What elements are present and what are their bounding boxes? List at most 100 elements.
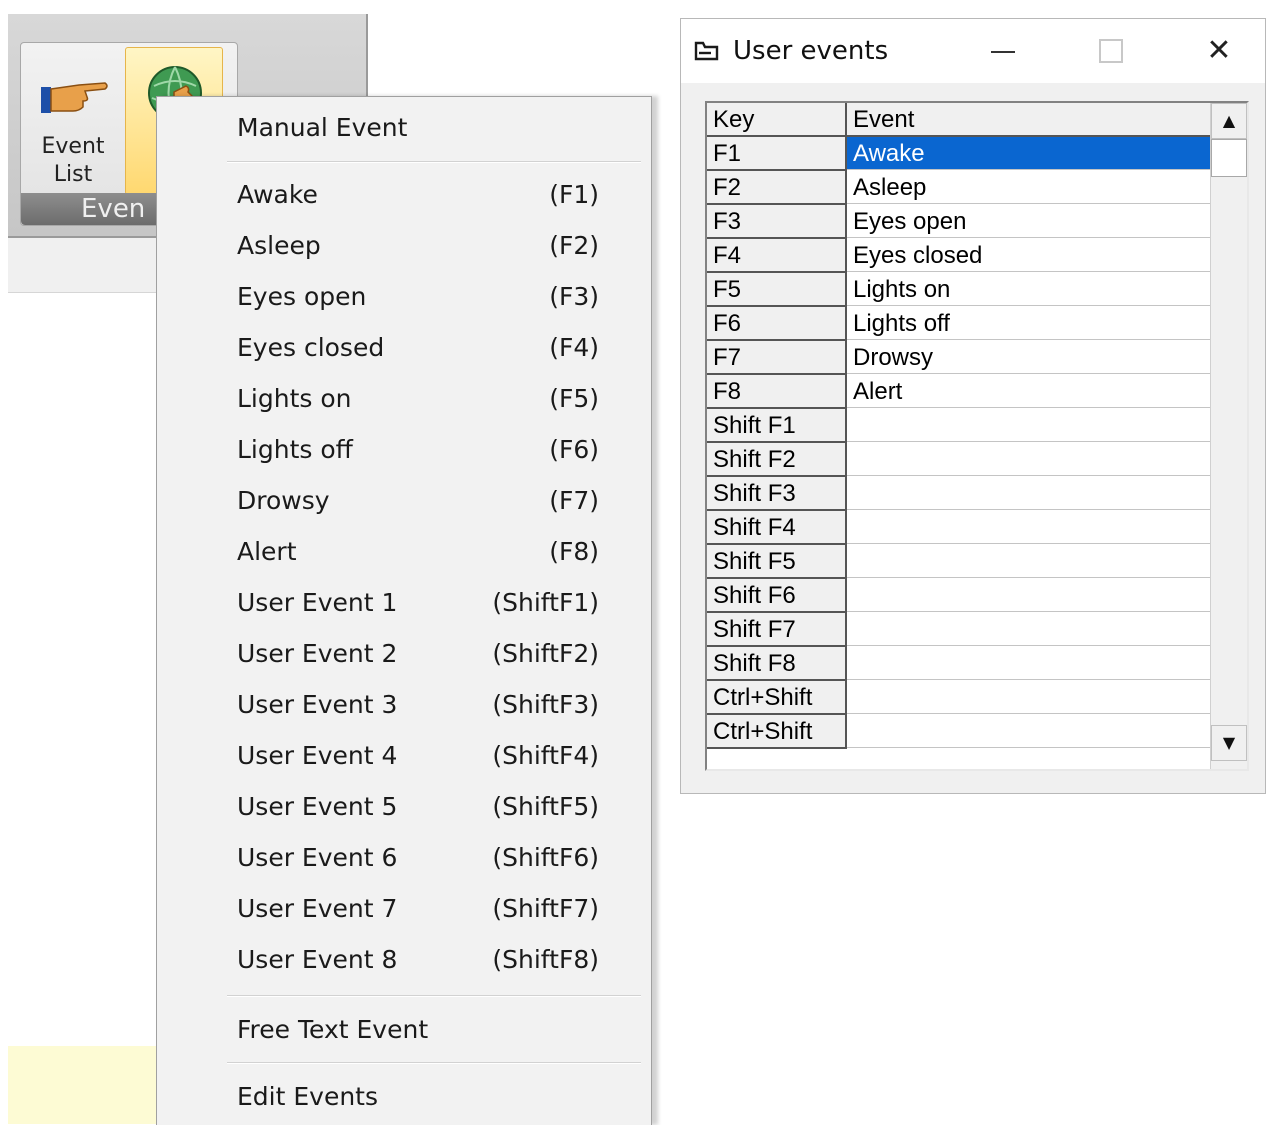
grid-row[interactable]: Shift F4 — [707, 511, 1213, 545]
event-cell[interactable] — [847, 579, 1213, 612]
menu-item-eyes-closed[interactable]: Eyes closed (F4) — [157, 323, 651, 373]
key-column-header[interactable]: Key — [707, 103, 847, 137]
grid-row[interactable]: F3 Eyes open — [707, 205, 1213, 239]
menu-item-label: User Event 6 — [237, 843, 398, 872]
event-cell[interactable] — [847, 409, 1213, 442]
menu-item-shortcut: (ShiftF1) — [492, 588, 599, 617]
vertical-scrollbar[interactable]: ▲ ▼ — [1210, 103, 1247, 769]
minimize-button[interactable] — [973, 27, 1033, 75]
menu-item-shortcut: (ShiftF6) — [492, 843, 599, 872]
menu-item-manual-event[interactable]: Manual Event — [157, 103, 651, 153]
minimize-icon — [991, 51, 1015, 53]
menu-item-lights-off[interactable]: Lights off (F6) — [157, 425, 651, 475]
event-cell[interactable]: Eyes open — [847, 205, 1213, 238]
event-cell[interactable]: Eyes closed — [847, 239, 1213, 272]
menu-item-shortcut: (ShiftF8) — [492, 945, 599, 974]
menu-item-free-text-event[interactable]: Free Text Event — [157, 1005, 651, 1055]
grid-row[interactable]: F8 Alert — [707, 375, 1213, 409]
event-column-header[interactable]: Event — [847, 103, 1213, 137]
grid-row[interactable]: F7 Drowsy — [707, 341, 1213, 375]
event-cell[interactable]: Alert — [847, 375, 1213, 408]
maximize-button[interactable] — [1081, 27, 1141, 75]
menu-item-label: User Event 5 — [237, 792, 398, 821]
grid-row[interactable]: Shift F7 — [707, 613, 1213, 647]
menu-item-shortcut: (F8) — [549, 537, 599, 566]
grid-row[interactable]: F1 Awake — [707, 137, 1213, 171]
menu-item-label: Awake — [237, 180, 318, 209]
title-bar[interactable]: User events ✕ — [681, 19, 1265, 83]
key-cell: Shift F6 — [707, 579, 847, 613]
menu-item-user-event-4[interactable]: User Event 4 (ShiftF4) — [157, 731, 651, 781]
grid-row[interactable]: Ctrl+Shift — [707, 715, 1213, 749]
key-cell: F1 — [707, 137, 847, 171]
scroll-down-button[interactable]: ▼ — [1211, 725, 1247, 761]
menu-item-user-event-6[interactable]: User Event 6 (ShiftF6) — [157, 833, 651, 883]
key-cell: Shift F5 — [707, 545, 847, 579]
window-app-icon — [694, 41, 719, 61]
menu-item-shortcut: (F4) — [549, 333, 599, 362]
event-cell[interactable]: Lights off — [847, 307, 1213, 340]
close-button[interactable]: ✕ — [1189, 27, 1249, 75]
grid-row[interactable]: F2 Asleep — [707, 171, 1213, 205]
user-events-grid[interactable]: Key Event F1 Awake F2 Asleep F3 Eyes ope… — [705, 101, 1249, 771]
grid-row[interactable]: Shift F6 — [707, 579, 1213, 613]
event-cell[interactable]: Drowsy — [847, 341, 1213, 374]
key-cell: Shift F7 — [707, 613, 847, 647]
grid-row[interactable]: Ctrl+Shift — [707, 681, 1213, 715]
menu-item-drowsy[interactable]: Drowsy (F7) — [157, 476, 651, 526]
menu-item-label: Eyes open — [237, 282, 367, 311]
menu-item-label: User Event 3 — [237, 690, 398, 719]
menu-item-lights-on[interactable]: Lights on (F5) — [157, 374, 651, 424]
event-cell[interactable] — [847, 511, 1213, 544]
event-cell[interactable] — [847, 613, 1213, 646]
menu-item-eyes-open[interactable]: Eyes open (F3) — [157, 272, 651, 322]
event-cell-selected[interactable]: Awake — [847, 137, 1213, 170]
event-list-button[interactable]: Event List — [25, 47, 121, 193]
menu-item-alert[interactable]: Alert (F8) — [157, 527, 651, 577]
event-cell[interactable] — [847, 647, 1213, 680]
grid-row[interactable]: F4 Eyes closed — [707, 239, 1213, 273]
event-cell[interactable] — [847, 545, 1213, 578]
event-cell[interactable] — [847, 443, 1213, 476]
menu-item-label: User Event 8 — [237, 945, 398, 974]
menu-item-user-event-5[interactable]: User Event 5 (ShiftF5) — [157, 782, 651, 832]
scroll-up-button[interactable]: ▲ — [1211, 103, 1247, 139]
menu-item-label: User Event 1 — [237, 588, 398, 617]
grid-row[interactable]: Shift F1 — [707, 409, 1213, 443]
key-cell: Ctrl+Shift — [707, 715, 847, 749]
key-cell: F3 — [707, 205, 847, 239]
grid-row[interactable]: F6 Lights off — [707, 307, 1213, 341]
menu-item-label: Lights on — [237, 384, 352, 413]
grid-row[interactable]: F5 Lights on — [707, 273, 1213, 307]
grid-row[interactable]: Shift F2 — [707, 443, 1213, 477]
menu-separator — [227, 161, 641, 163]
maximize-icon — [1099, 39, 1123, 63]
key-cell: F5 — [707, 273, 847, 307]
menu-item-user-event-1[interactable]: User Event 1 (ShiftF1) — [157, 578, 651, 628]
scroll-down-icon: ▼ — [1222, 733, 1236, 752]
event-cell[interactable] — [847, 715, 1213, 748]
menu-separator — [227, 995, 641, 997]
menu-item-user-event-7[interactable]: User Event 7 (ShiftF7) — [157, 884, 651, 934]
grid-row[interactable]: Shift F3 — [707, 477, 1213, 511]
menu-item-user-event-8[interactable]: User Event 8 (ShiftF8) — [157, 935, 651, 985]
grid-header-row: Key Event — [707, 103, 1213, 137]
menu-item-user-event-2[interactable]: User Event 2 (ShiftF2) — [157, 629, 651, 679]
event-cell[interactable]: Lights on — [847, 273, 1213, 306]
grid-row[interactable]: Shift F8 — [707, 647, 1213, 681]
event-cell[interactable]: Asleep — [847, 171, 1213, 204]
grid-row[interactable]: Shift F5 — [707, 545, 1213, 579]
yellow-background-area — [8, 1046, 168, 1124]
menu-item-user-event-3[interactable]: User Event 3 (ShiftF3) — [157, 680, 651, 730]
scroll-thumb[interactable] — [1211, 139, 1247, 177]
event-list-label-line2: List — [53, 162, 93, 187]
event-cell[interactable] — [847, 477, 1213, 510]
key-cell: Shift F2 — [707, 443, 847, 477]
menu-item-awake[interactable]: Awake (F1) — [157, 170, 651, 220]
menu-item-label: Eyes closed — [237, 333, 385, 362]
event-cell[interactable] — [847, 681, 1213, 714]
menu-item-shortcut: (F2) — [549, 231, 599, 260]
menu-item-asleep[interactable]: Asleep (F2) — [157, 221, 651, 271]
menu-item-label: User Event 4 — [237, 741, 398, 770]
menu-item-edit-events[interactable]: Edit Events — [157, 1072, 651, 1122]
